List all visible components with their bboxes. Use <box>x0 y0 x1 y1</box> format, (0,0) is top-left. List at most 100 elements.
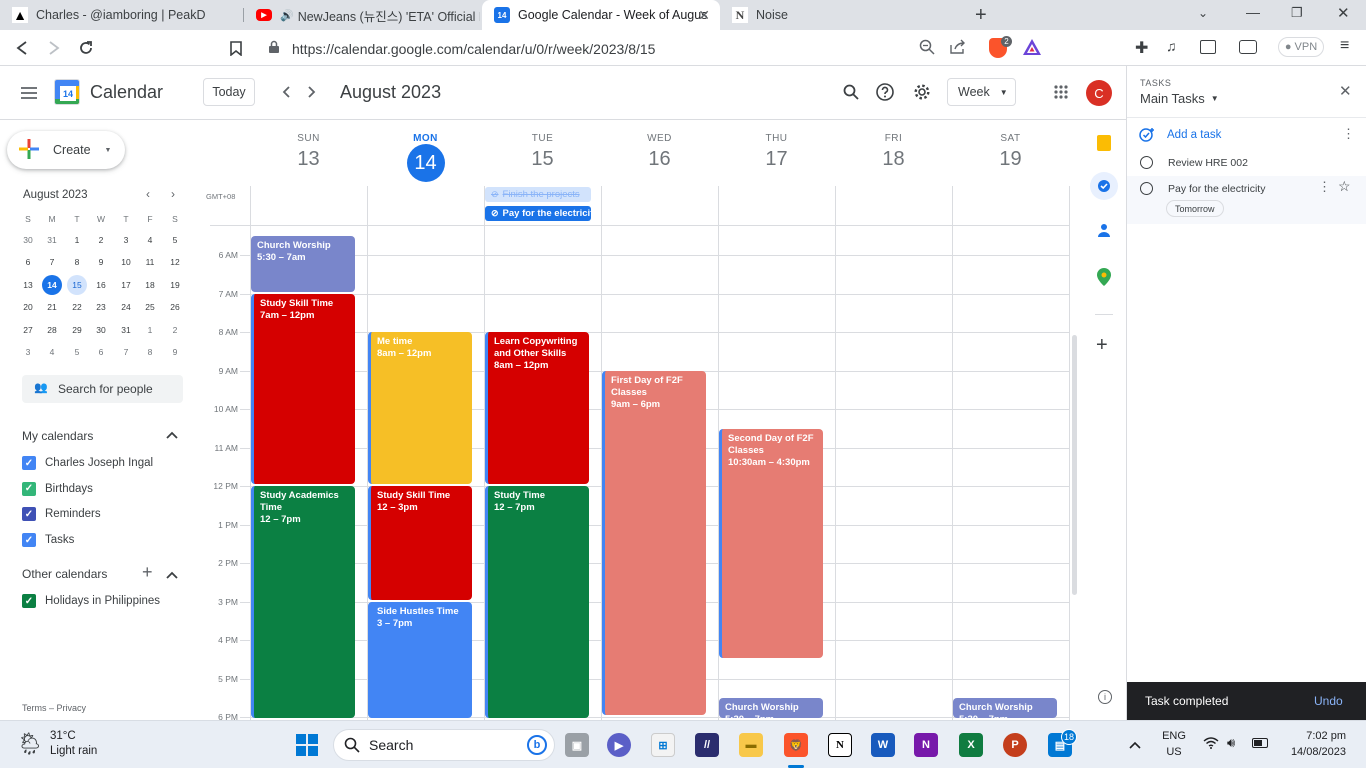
zoom-icon[interactable] <box>919 39 935 60</box>
task-checkbox[interactable] <box>1140 182 1153 195</box>
mini-day[interactable]: 14 <box>42 275 62 295</box>
task-item[interactable]: Review HRE 002 <box>1127 151 1366 175</box>
calendar-list-item[interactable]: ✓ Holidays in Philippines <box>22 591 160 611</box>
account-avatar[interactable]: C <box>1086 80 1112 106</box>
taskbar-search-box[interactable]: Search b <box>333 729 555 761</box>
previous-week-icon[interactable] <box>274 80 298 104</box>
start-icon[interactable] <box>296 734 318 761</box>
today-button[interactable]: Today <box>203 78 255 106</box>
next-week-icon[interactable] <box>300 80 324 104</box>
browser-tab-calendar[interactable]: 14 Google Calendar - Week of Augus ✕ <box>482 0 720 30</box>
main-menu-icon[interactable] <box>16 80 42 106</box>
mini-day[interactable]: 30 <box>18 230 38 250</box>
teams-chat-icon[interactable]: ▶ <box>607 733 631 757</box>
contacts-icon[interactable] <box>1096 222 1112 243</box>
tasks-icon[interactable] <box>1090 172 1118 200</box>
wifi-icon[interactable] <box>1203 736 1219 754</box>
notion-icon[interactable]: N <box>828 733 852 757</box>
excel-icon[interactable]: X <box>959 733 983 757</box>
mini-day[interactable]: 18 <box>140 275 160 295</box>
mini-day[interactable]: 5 <box>165 230 185 250</box>
mini-day[interactable]: 29 <box>67 320 87 340</box>
app-icon[interactable]: // <box>695 733 719 757</box>
wallet-icon[interactable] <box>1239 40 1257 54</box>
close-tab-icon[interactable]: ✕ <box>698 7 710 24</box>
mini-day[interactable]: 31 <box>116 320 136 340</box>
calendar-event[interactable]: Study Skill Time 7am – 12pm <box>251 293 355 485</box>
battery-icon[interactable] <box>1252 738 1268 748</box>
day-number[interactable]: 14 <box>367 144 484 182</box>
search-people-input[interactable]: 👥 Search for people <box>22 375 183 403</box>
onenote-icon[interactable]: N <box>914 733 938 757</box>
mini-day[interactable]: 19 <box>165 275 185 295</box>
calendar-event[interactable]: Study Time 12 – 7pm <box>485 486 589 718</box>
mini-day[interactable]: 8 <box>140 342 160 362</box>
my-calendars-title[interactable]: My calendars <box>22 429 93 443</box>
mini-day[interactable]: 17 <box>116 275 136 295</box>
checkbox-icon[interactable]: ✓ <box>22 456 36 470</box>
brave-rewards-icon[interactable] <box>1022 38 1042 61</box>
extensions-icon[interactable]: ✚ <box>1135 38 1148 58</box>
undo-button[interactable]: Undo <box>1314 694 1343 708</box>
lock-icon[interactable] <box>268 40 280 59</box>
mini-day[interactable]: 22 <box>67 297 87 317</box>
browser-tab-notion[interactable]: N Noise <box>720 0 960 30</box>
clock-date[interactable]: 14/08/2023 <box>1278 746 1346 758</box>
task-options-icon[interactable]: ⋮ <box>1318 179 1331 195</box>
mini-day[interactable]: 12 <box>165 252 185 272</box>
mini-day[interactable]: 27 <box>18 320 38 340</box>
brave-browser-icon[interactable]: 🦁 <box>784 733 808 757</box>
browser-tab-youtube[interactable]: ▶ 🔊 NewJeans (뉴진스) 'ETA' Official M <box>244 0 480 30</box>
maps-icon[interactable] <box>1097 268 1111 291</box>
mini-day[interactable]: 7 <box>42 252 62 272</box>
day-number[interactable]: 16 <box>601 148 718 171</box>
mini-day[interactable]: 15 <box>67 275 87 295</box>
mini-day[interactable]: 9 <box>165 342 185 362</box>
checkbox-icon[interactable]: ✓ <box>22 507 36 522</box>
mini-day[interactable]: 11 <box>140 252 160 272</box>
back-icon[interactable] <box>10 36 34 60</box>
mini-day[interactable]: 3 <box>18 342 38 362</box>
mini-day[interactable]: 1 <box>140 320 160 340</box>
share-icon[interactable] <box>949 39 967 60</box>
calendar-list-item[interactable]: ✓ Charles Joseph Ingal <box>22 453 153 473</box>
mini-day[interactable]: 8 <box>67 252 87 272</box>
mini-day[interactable]: 2 <box>91 230 111 250</box>
file-explorer-icon[interactable]: ▬ <box>739 733 763 757</box>
audio-playing-icon[interactable]: 🔊 <box>280 9 294 22</box>
mini-day[interactable]: 13 <box>18 275 38 295</box>
view-switcher-button[interactable]: Week ▼ <box>947 78 1016 106</box>
mini-day[interactable]: 3 <box>116 230 136 250</box>
calendar-event[interactable]: Me time 8am – 12pm <box>368 332 472 485</box>
forward-icon[interactable] <box>42 36 66 60</box>
tray-overflow-icon[interactable] <box>1129 736 1141 754</box>
calendar-event[interactable]: Study Academics Time 12 – 7pm <box>251 486 355 718</box>
checkbox-icon[interactable]: ✓ <box>22 481 36 496</box>
new-tab-icon[interactable]: + <box>975 4 987 27</box>
calendar-event[interactable]: First Day of F2F Classes 9am – 6pm <box>602 370 706 716</box>
task-item[interactable]: Pay for the electricity ⋮ ☆ Tomorrow <box>1127 176 1366 224</box>
mini-day[interactable]: 10 <box>116 252 136 272</box>
allday-task-chip[interactable]: ⊘ Pay for the electricity <box>485 206 591 221</box>
powerpoint-icon[interactable]: P <box>1003 733 1027 757</box>
mini-day[interactable]: 4 <box>42 342 62 362</box>
day-number[interactable]: 17 <box>718 148 835 171</box>
calendar-event[interactable]: Learn Copywriting and Other Skills 8am – … <box>485 332 589 485</box>
other-calendars-title[interactable]: Other calendars <box>22 567 107 581</box>
clock-time[interactable]: 7:02 pm <box>1284 730 1346 742</box>
browser-tab-peakd[interactable]: ▲ Charles - @iamboring | PeakD <box>0 0 240 30</box>
calendar-list-item[interactable]: ✓ Tasks <box>22 530 74 550</box>
star-icon[interactable]: ☆ <box>1338 178 1351 195</box>
task-checkbox[interactable] <box>1140 156 1153 169</box>
restore-icon[interactable]: ❐ <box>1291 5 1303 21</box>
terms-privacy-link[interactable]: Terms – Privacy <box>22 703 86 713</box>
mini-day[interactable]: 24 <box>116 297 136 317</box>
create-button[interactable]: Create ▼ <box>7 131 125 169</box>
calendar-event[interactable]: Church Worship 5:30 – 7am <box>251 236 355 292</box>
mini-day[interactable]: 6 <box>18 252 38 272</box>
checkbox-icon[interactable]: ✓ <box>22 594 36 608</box>
mini-day[interactable]: 2 <box>165 320 185 340</box>
mini-day[interactable]: 20 <box>18 297 38 317</box>
mini-day[interactable]: 25 <box>140 297 160 317</box>
calendar-list-item[interactable]: ✓ Reminders <box>22 504 101 524</box>
